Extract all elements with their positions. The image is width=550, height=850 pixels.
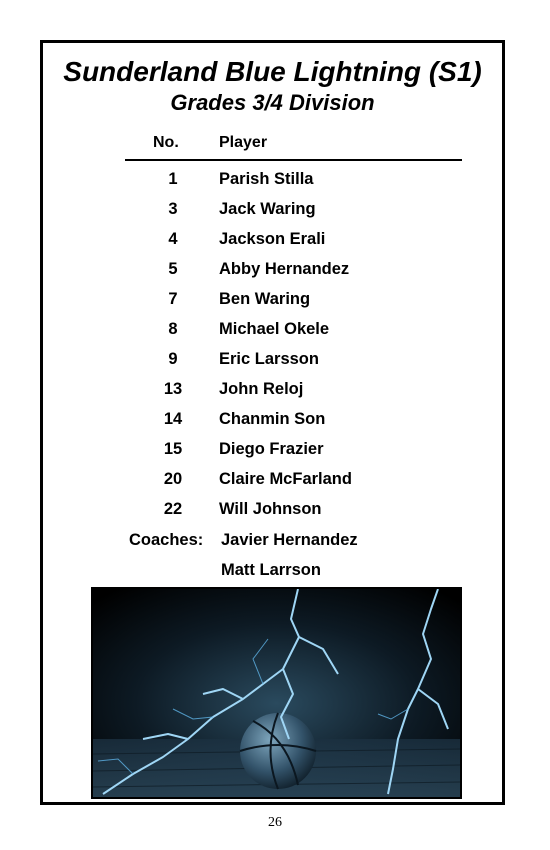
roster-row: 7 Ben Waring — [43, 286, 502, 316]
player-number: 9 — [168, 350, 178, 368]
header-divider — [125, 159, 462, 161]
player-number: 5 — [168, 260, 178, 278]
number-column-header: No. — [153, 134, 179, 151]
player-name: Jackson Erali — [219, 230, 326, 248]
player-name: Chanmin Son — [219, 410, 326, 428]
player-number: 8 — [168, 320, 178, 338]
player-number: 3 — [168, 200, 178, 218]
roster-row: 5 Abby Hernandez — [43, 256, 502, 286]
roster-list: 1 Parish Stilla 3 Jack Waring 4 Jackson Era… — [43, 166, 502, 526]
roster-row: 8 Michael Okele — [43, 316, 502, 346]
page-frame: Sunderland Blue Lightning (S1) Grades 3/… — [40, 40, 505, 805]
roster-row: 20 Claire McFarland — [43, 466, 502, 496]
player-column-header: Player — [219, 134, 268, 151]
coach-name: Javier Hernandez — [221, 531, 358, 549]
roster-row: 14 Chanmin Son — [43, 406, 502, 436]
roster-row: 4 Jackson Erali — [43, 226, 502, 256]
basketball-lightning-image — [91, 587, 462, 799]
player-number: 13 — [163, 380, 183, 398]
roster-row: 9 Eric Larsson — [43, 346, 502, 376]
player-name: Jack Waring — [219, 200, 316, 218]
player-name: Claire McFarland — [219, 470, 352, 488]
roster-row: 1 Parish Stilla — [43, 166, 502, 196]
player-number: 14 — [163, 410, 183, 428]
player-number: 1 — [168, 170, 178, 188]
player-number: 4 — [168, 230, 178, 248]
roster-row: 13 John Reloj — [43, 376, 502, 406]
player-number: 22 — [163, 500, 183, 518]
division-subtitle: Grades 3/4 Division — [170, 90, 375, 115]
player-name: Parish Stilla — [219, 170, 314, 188]
coach-name: Matt Larrson — [221, 561, 321, 579]
player-name: John Reloj — [219, 380, 304, 398]
page-number: 26 — [268, 815, 282, 830]
basketball-lightning-illustration — [93, 589, 460, 797]
player-name: Will Johnson — [219, 500, 322, 518]
roster-row: 22 Will Johnson — [43, 496, 502, 526]
player-name: Michael Okele — [219, 320, 330, 338]
player-number: 20 — [163, 470, 183, 488]
coaches-label: Coaches: — [129, 531, 204, 549]
player-name: Eric Larsson — [219, 350, 319, 368]
player-name: Ben Waring — [219, 290, 311, 308]
player-number: 7 — [168, 290, 178, 308]
player-number: 15 — [163, 440, 183, 458]
player-name: Diego Frazier — [219, 440, 324, 458]
player-name: Abby Hernandez — [219, 260, 350, 278]
roster-row: 3 Jack Waring — [43, 196, 502, 226]
team-title: Sunderland Blue Lightning (S1) — [63, 56, 482, 87]
roster-row: 15 Diego Frazier — [43, 436, 502, 466]
